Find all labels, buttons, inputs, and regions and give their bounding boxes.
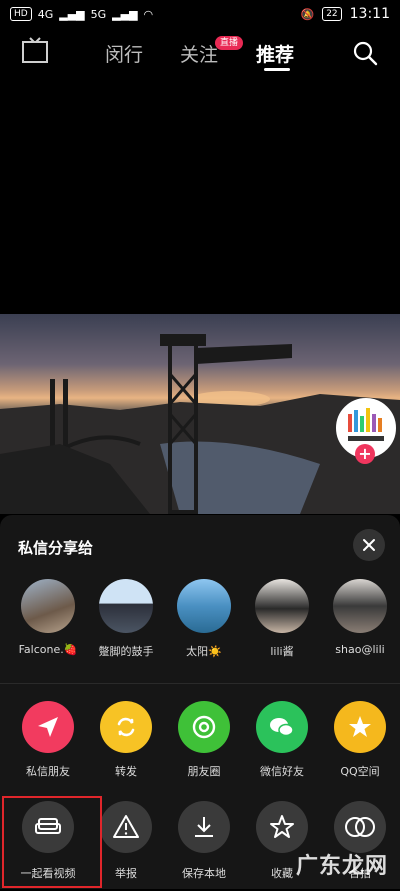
status-left: HD 4G ▂▄▆ 5G ▂▄▆ ◠ — [10, 7, 153, 21]
warning-icon — [100, 801, 152, 853]
highlight-box — [2, 796, 102, 888]
divider — [0, 683, 400, 684]
qzone-star-icon — [334, 701, 386, 753]
status-right: 🔕 22 13:11 — [300, 6, 390, 22]
star-icon — [256, 801, 308, 853]
hd-badge: HD — [10, 7, 32, 21]
duet-icon — [334, 801, 386, 853]
friend-name: Falcone.🍓 — [18, 643, 78, 656]
repost-icon — [100, 701, 152, 753]
friend-name: lili酱 — [270, 645, 294, 658]
battery-indicator: 22 — [322, 7, 342, 21]
paper-plane-icon — [22, 701, 74, 753]
wechat-icon — [256, 701, 308, 753]
top-nav: 闵行 关注 直播 推荐 — [0, 32, 400, 76]
share-app-label: QQ空间 — [340, 765, 380, 778]
signal-icon-2: ▂▄▆ — [112, 7, 138, 21]
share-app-label: 转发 — [115, 765, 137, 778]
share-app-label: 朋友圈 — [187, 765, 221, 778]
active-tab-indicator — [264, 68, 290, 71]
action-save-local[interactable]: 保存本地 — [164, 801, 244, 881]
search-icon[interactable] — [352, 40, 378, 66]
live-badge: 直播 — [215, 36, 244, 50]
share-app-private-message[interactable]: 私信朋友 — [8, 701, 88, 779]
live-entry-icon[interactable] — [20, 36, 50, 66]
signal-icon: ▂▄▆ — [59, 7, 85, 21]
share-app-moments[interactable]: 朋友圈 — [164, 701, 244, 779]
tab-local[interactable]: 闵行 — [105, 40, 143, 67]
network-5g: 5G — [90, 7, 107, 21]
download-icon — [178, 801, 230, 853]
tab-following[interactable]: 关注 — [180, 40, 218, 67]
share-app-wechat[interactable]: 微信好友 — [242, 701, 322, 779]
share-app-label: 微信好友 — [260, 765, 304, 778]
avatar — [333, 579, 387, 633]
friend-list: Falcone.🍓 蹩脚的鼓手 太阳☀️ lili酱 shao@lili — [0, 579, 400, 669]
status-bar: HD 4G ▂▄▆ 5G ▂▄▆ ◠ 🔕 22 13:11 — [0, 0, 400, 28]
share-app-label: 私信朋友 — [26, 765, 70, 778]
wifi-icon: ◠ — [143, 7, 154, 21]
friend-name: 太阳☀️ — [186, 645, 222, 658]
friend-item[interactable]: shao@lili — [320, 579, 400, 656]
share-app-repost[interactable]: 转发 — [86, 701, 166, 779]
share-app-list: 私信朋友 转发 朋友圈 微信好友 QQ空间 — [0, 701, 400, 791]
network-4g: 4G — [37, 7, 54, 21]
tab-recommend[interactable]: 推荐 — [256, 40, 294, 67]
action-label: 保存本地 — [182, 867, 226, 880]
friend-item[interactable]: 太阳☀️ — [164, 579, 244, 659]
mute-icon: 🔕 — [300, 7, 315, 21]
share-sheet-title: 私信分享给 — [18, 539, 94, 557]
close-icon[interactable] — [353, 529, 385, 561]
avatar — [21, 579, 75, 633]
friend-item[interactable]: 蹩脚的鼓手 — [86, 579, 166, 659]
friend-name: shao@lili — [335, 643, 385, 656]
friend-name: 蹩脚的鼓手 — [98, 645, 154, 658]
avatar — [99, 579, 153, 633]
status-time: 13:11 — [349, 6, 390, 22]
share-app-qzone[interactable]: QQ空间 — [320, 701, 400, 779]
friend-item[interactable]: lili酱 — [242, 579, 322, 659]
avatar — [177, 579, 231, 633]
follow-plus-button[interactable]: + — [355, 444, 375, 464]
watermark: 广东龙网 — [296, 854, 389, 879]
moments-icon — [178, 701, 230, 753]
friend-item[interactable]: Falcone.🍓 — [8, 579, 88, 656]
avatar — [255, 579, 309, 633]
